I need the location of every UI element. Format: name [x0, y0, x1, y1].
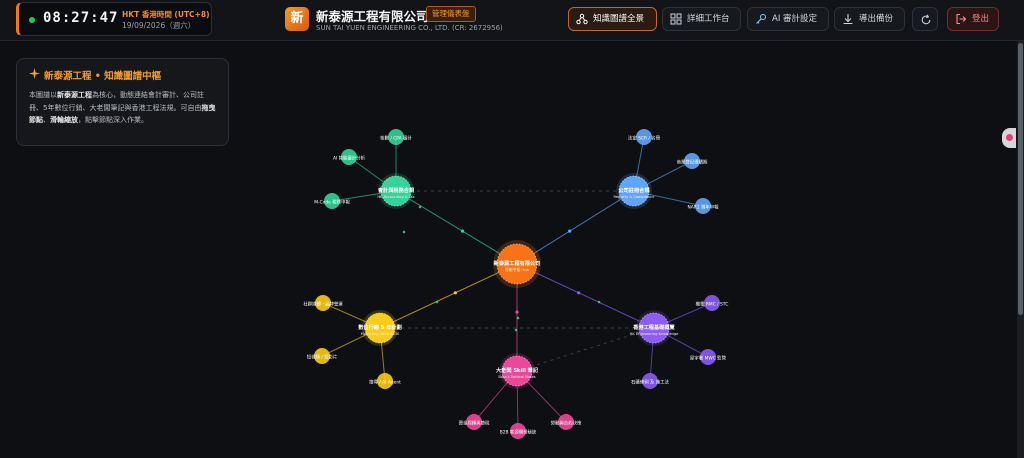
refresh-icon: [921, 14, 931, 25]
nav-export-label: 導出備份: [859, 14, 894, 24]
leaf-node-label: 商業登記證續期: [677, 159, 708, 166]
ambient-particle: [402, 230, 406, 234]
nav-ai-audit-button[interactable]: AI 審計設定: [747, 7, 829, 31]
category-node-sublabel: Marketing 2026-2030: [361, 332, 400, 336]
leaf-node-label: 石礦條例 及 施工法: [631, 379, 670, 386]
leaf-node-label: 勞動與合約決策: [551, 420, 582, 427]
edge-particle: [515, 310, 519, 314]
ambient-particle: [418, 205, 422, 209]
nav-workbench-button[interactable]: 詳細工作台: [662, 7, 741, 31]
leaf-node-label: 社群媒體 · 品牌營運: [303, 301, 343, 308]
edge-particle: [460, 229, 465, 233]
download-icon: [843, 14, 853, 25]
top-bar: 08:27:47 HKT 香港時間 (UTC+8) 19/09/2026（週六）…: [0, 0, 1024, 41]
leaf-node-label: NAR1 週年申報: [687, 204, 719, 211]
leaf-node-label: B2B 客源開發秘訣: [500, 429, 537, 436]
category-node-label: 數位行銷 5 年計劃: [358, 323, 402, 331]
leaf-node-label: 機電 RMC / STC: [696, 301, 729, 308]
category-node-sublabel: Registry & Compliance: [614, 195, 656, 199]
nav-graph-label: 知識圖譜全景: [593, 14, 645, 24]
ambient-particle: [516, 316, 520, 320]
scrollbar-thumb[interactable]: [1018, 43, 1023, 315]
leaf-node-label: 核數 / CPA 審計: [380, 135, 412, 142]
clock-time: 08:27:47: [43, 10, 119, 26]
ambient-particle: [597, 300, 601, 304]
logout-label: 登出: [972, 14, 990, 24]
category-node-label: 大老闆 Skill 筆記: [496, 366, 539, 374]
category-node-sublabel: HK Engineering Knowledge: [630, 332, 679, 336]
clock-date: 19/09/2026（週六）: [122, 21, 196, 30]
leaf-node-label: 搜尋 / AI Agent: [369, 379, 401, 386]
edge-particle: [577, 291, 581, 295]
hub-node-sublabel: 智能中樞 Hub: [505, 267, 530, 272]
nav-graph-button[interactable]: 知識圖譜全景: [568, 7, 657, 31]
leaf-node-label: 資金周轉與節稅: [459, 420, 490, 427]
logout-button[interactable]: 登出: [947, 7, 999, 31]
logout-icon: [956, 13, 967, 25]
ambient-particle: [514, 328, 518, 332]
ambient-particle: [435, 300, 439, 304]
hub-node-label: 新泰源工程有限公司: [494, 259, 541, 267]
company-logo: 新: [285, 7, 309, 31]
grid-icon: [670, 13, 682, 25]
knowledge-graph-canvas[interactable]: 核數 / CPA 審計AI 智能審計分析M-Code 稅務申報會計與稅務合規HK…: [0, 41, 1016, 458]
nav-workbench-label: 詳細工作台: [687, 14, 730, 24]
edge-particle: [568, 229, 572, 233]
nav-ai-audit-label: AI 審計設定: [772, 14, 818, 24]
side-panel-handle[interactable]: [1002, 128, 1016, 148]
leaf-node-label: 短視頻 / 短影片: [307, 354, 338, 361]
leaf-node-label: 屋宇署 MWC 監管: [690, 355, 727, 362]
category-node-label: 公司註冊合規: [618, 186, 650, 194]
leaf-node-label: M-Code 稅務申報: [314, 199, 350, 206]
category-node-sublabel: HK Accounting & Tax: [377, 195, 415, 199]
live-status-dot: [29, 17, 35, 23]
leaf-node-label: 法定 SCR / 名冊: [628, 135, 661, 142]
scrollbar[interactable]: [1017, 41, 1024, 458]
refresh-button[interactable]: [912, 7, 938, 31]
key-icon: [756, 13, 767, 24]
edge-particle: [453, 291, 457, 295]
clock-widget: 08:27:47 HKT 香港時間 (UTC+8) 19/09/2026（週六）: [16, 2, 212, 36]
company-subtitle: SUN TAI YUEN ENGINEERING CO., LTD. (CR: …: [316, 24, 503, 32]
category-node-label: 會計與稅務合規: [378, 186, 415, 194]
clock-timezone: HKT 香港時間 (UTC+8): [122, 10, 210, 19]
dashboard-badge: 管理儀表盤: [426, 6, 476, 22]
leaf-node-label: AI 智能審計分析: [333, 155, 366, 162]
company-name: 新泰源工程有限公司: [316, 9, 429, 24]
nav-export-button[interactable]: 導出備份: [834, 7, 905, 31]
category-node-label: 香港工程基礎概覽: [633, 323, 675, 331]
network-icon: [576, 13, 588, 25]
category-node-sublabel: Boss's Tactical Notes: [498, 375, 535, 379]
